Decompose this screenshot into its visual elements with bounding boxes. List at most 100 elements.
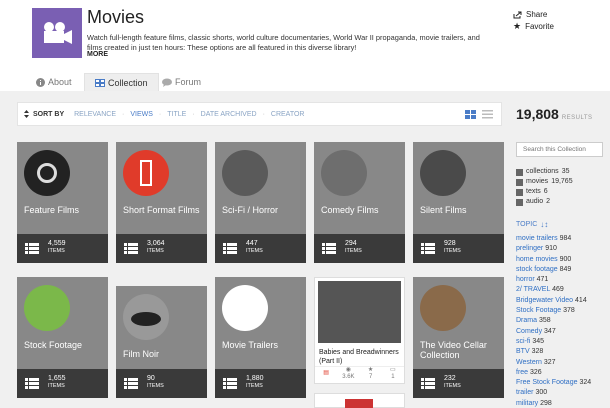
facet-texts[interactable]: texts 6: [516, 187, 573, 197]
sort-option-relevance[interactable]: RELEVANCE: [74, 111, 116, 118]
topic-link[interactable]: BTV: [516, 348, 530, 355]
collection-tabs: About Collection Forum: [0, 70, 610, 91]
card-title: Comedy Films: [321, 205, 379, 215]
collection-card-short-format-films[interactable]: Short Format Films 3,064 ITEMS: [116, 142, 207, 263]
topic-item: free 326: [516, 368, 591, 378]
book-icon: [516, 188, 523, 196]
card-title: Silent Films: [420, 205, 467, 215]
topic-link[interactable]: free: [516, 369, 528, 376]
card-title: Film Noir: [123, 349, 159, 359]
topic-link[interactable]: Free Stock Footage: [516, 379, 577, 386]
card-item-count: 294: [345, 240, 357, 247]
facet-audio[interactable]: audio 2: [516, 197, 573, 207]
tab-collection-label: Collection: [108, 77, 148, 88]
sort-arrows-icon: [24, 110, 29, 118]
topic-link[interactable]: Drama: [516, 317, 537, 324]
topic-count: 849: [559, 265, 572, 273]
card-footer: 928 ITEMS: [413, 234, 504, 263]
tab-forum[interactable]: Forum: [162, 73, 201, 91]
list-icon: [421, 243, 435, 254]
sort-separator: ·: [158, 110, 162, 118]
eye-icon: ◉: [345, 367, 351, 373]
collection-card-comedy-films[interactable]: Comedy Films 294 ITEMS: [314, 142, 405, 263]
tab-about[interactable]: About: [36, 73, 72, 91]
topic-link[interactable]: trailer: [516, 389, 534, 396]
collection-card-film-noir[interactable]: Film Noir 90 ITEMS: [116, 286, 207, 398]
topic-link[interactable]: horror: [516, 276, 535, 283]
topic-facet-list: movie trailers 984 prelinger 910 home mo…: [516, 234, 591, 408]
topic-count: 347: [544, 327, 556, 335]
card-item-count: 232: [444, 375, 456, 382]
list-view-icon[interactable]: [482, 110, 493, 119]
sort-option-date-archived[interactable]: DATE ARCHIVED: [201, 111, 257, 118]
info-icon: [36, 77, 45, 87]
tab-collection[interactable]: Collection: [84, 73, 159, 91]
facet-count: 6: [543, 188, 548, 195]
topic-heading[interactable]: TOPIC ↓↕: [516, 220, 548, 229]
list-icon: [124, 243, 138, 254]
topic-link[interactable]: Bridgewater Video: [516, 297, 573, 304]
topic-item: BTV 328: [516, 347, 591, 357]
item-card-partial[interactable]: [314, 393, 405, 408]
page-title: Movies: [87, 7, 145, 27]
topic-count: 469: [552, 286, 564, 294]
item-card[interactable]: Babies and Breadwinners (Part II) ▤ ◉ 3.6…: [314, 277, 405, 384]
topic-link[interactable]: prelinger: [516, 245, 543, 252]
facet-label: collections: [526, 168, 559, 175]
sort-option-views[interactable]: VIEWS: [130, 111, 153, 118]
more-link[interactable]: MORE: [87, 51, 108, 58]
topic-count: 298: [540, 399, 552, 407]
card-items-label: ITEMS: [147, 383, 164, 389]
topic-link[interactable]: Western: [516, 359, 542, 366]
film-strip-thumbnail: [123, 150, 169, 196]
card-footer: 447 ITEMS: [215, 234, 306, 263]
sort-separator: ·: [192, 110, 195, 118]
topic-link[interactable]: military: [516, 400, 538, 407]
sort-option-title[interactable]: TITLE: [167, 111, 186, 118]
card-footer: 294 ITEMS: [314, 234, 405, 263]
list-icon: [223, 243, 237, 254]
collection-search-input[interactable]: [516, 142, 603, 157]
share-button[interactable]: Share: [513, 10, 547, 19]
collection-card-feature-films[interactable]: Feature Films 4,559 ITEMS: [17, 142, 108, 263]
topic-link[interactable]: home movies: [516, 256, 558, 263]
topic-link[interactable]: movie trailers: [516, 235, 558, 242]
topic-link[interactable]: Stock Footage: [516, 307, 561, 314]
silent-film-thumbnail: [420, 150, 466, 196]
share-label: Share: [526, 10, 548, 19]
card-item-count: 4,559: [48, 240, 66, 247]
collection-card-video-cellar[interactable]: The Video Cellar Collection 232 ITEMS: [413, 277, 504, 398]
tile-view-icon[interactable]: [465, 110, 476, 119]
favorite-button[interactable]: ★ Favorite: [513, 21, 554, 32]
topic-item: Comedy 347: [516, 327, 591, 337]
video-cellar-thumbnail: [420, 285, 466, 331]
chat-icon: [162, 78, 172, 87]
card-items-label: ITEMS: [48, 383, 65, 389]
collection-card-movie-trailers[interactable]: Movie Trailers 1,880 ITEMS: [215, 277, 306, 398]
sort-option-creator[interactable]: CREATOR: [271, 111, 305, 118]
card-footer: 4,559 ITEMS: [17, 234, 108, 263]
card-title: The Video Cellar Collection: [420, 340, 487, 360]
collection-card-silent-films[interactable]: Silent Films 928 ITEMS: [413, 142, 504, 263]
sort-numeric-icon: ↓↕: [540, 220, 549, 229]
list-icon: [25, 243, 39, 254]
facet-count: 19,765: [551, 178, 573, 185]
topic-item: military 298: [516, 399, 591, 408]
topic-link[interactable]: stock footage: [516, 266, 558, 273]
view-toggle: [465, 110, 493, 119]
star-icon: ★: [513, 21, 522, 31]
facet-movies[interactable]: movies 19,765: [516, 177, 573, 187]
topic-count: 378: [563, 307, 575, 315]
collection-card-sci-fi-horror[interactable]: Sci-Fi / Horror 447 ITEMS: [215, 142, 306, 263]
item-views-count: 3.6K: [342, 374, 355, 380]
facet-collections[interactable]: collections 35: [516, 167, 573, 177]
collection-header: Movies Watch full-length feature films, …: [0, 0, 610, 72]
topic-link[interactable]: Comedy: [516, 328, 542, 335]
movies-logo-icon: [32, 8, 82, 58]
topic-link[interactable]: 2/ TRAVEL: [516, 286, 550, 293]
topic-count: 984: [559, 235, 572, 242]
collection-card-stock-footage[interactable]: Stock Footage 1,655 ITEMS: [17, 277, 108, 398]
sort-by-label: SORT BY: [24, 110, 64, 118]
topic-link[interactable]: sci-fi: [516, 338, 530, 345]
tab-forum-label: Forum: [175, 77, 202, 87]
